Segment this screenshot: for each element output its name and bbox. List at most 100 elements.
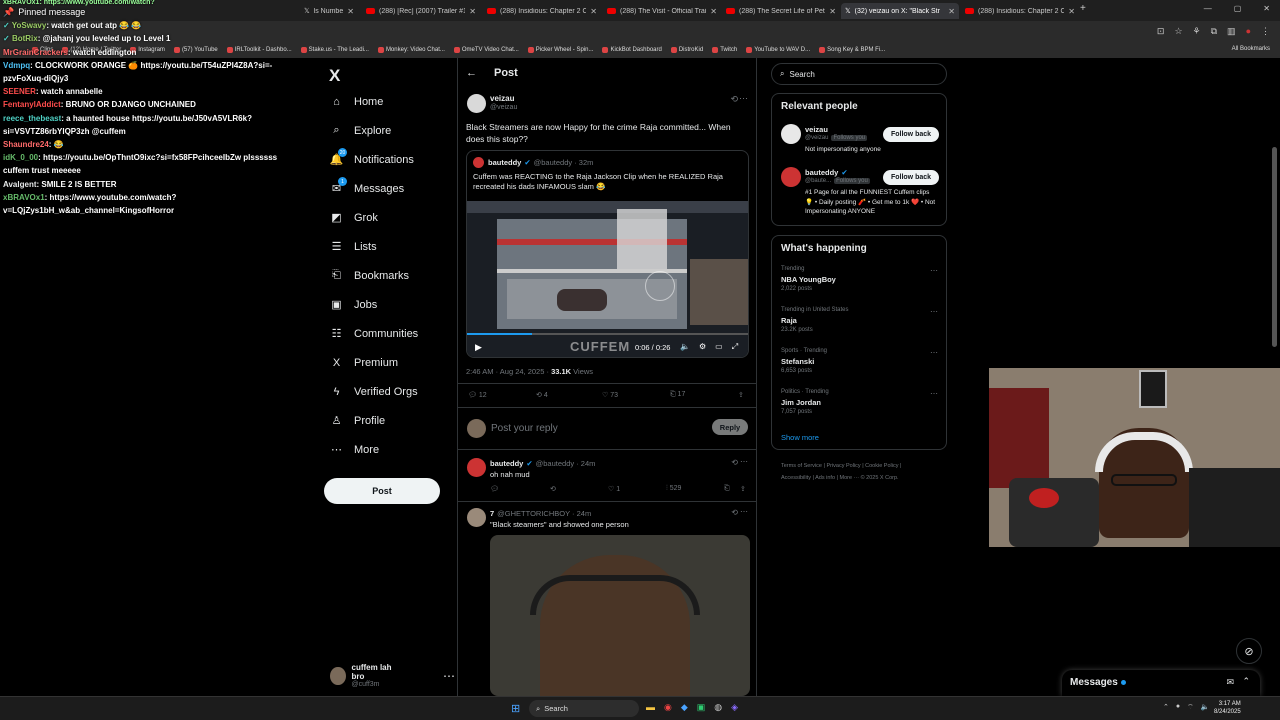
close-icon[interactable]: ✕ bbox=[829, 7, 836, 16]
nav-more[interactable]: ⋯ More bbox=[330, 443, 379, 457]
footer-line[interactable]: Accessibility | Ads info | More ··· © 20… bbox=[781, 472, 951, 484]
grok-icon[interactable]: ⟲ bbox=[730, 94, 738, 105]
settings-icon[interactable]: ⚙ bbox=[699, 342, 706, 352]
browser-tab[interactable]: (288) Insidious: Chapter 2 Offic✕ bbox=[483, 3, 601, 19]
more-icon[interactable]: ⋯ bbox=[443, 669, 455, 683]
browser-tab[interactable]: 𝕏ls Number In T✕ bbox=[300, 3, 358, 19]
chrome-icon[interactable]: ◉ bbox=[664, 702, 672, 713]
show-more-link[interactable]: Show more bbox=[781, 433, 819, 442]
quote-card[interactable]: bauteddy ✔ @bauteddy · 32m Cuffem was RE… bbox=[466, 150, 749, 358]
more-icon[interactable]: ⋯ bbox=[930, 348, 938, 357]
bookmark-item[interactable]: Stake.us - The Leadi... bbox=[300, 47, 369, 53]
avatar[interactable] bbox=[467, 94, 486, 113]
reply-button[interactable]: Reply bbox=[712, 419, 748, 435]
more-icon[interactable]: ⋯ bbox=[930, 307, 938, 316]
extension-icon[interactable]: ⚘ bbox=[1193, 26, 1201, 37]
avatar[interactable] bbox=[467, 508, 486, 527]
person-name[interactable]: bauteddy bbox=[805, 168, 838, 177]
post-button[interactable]: Post bbox=[324, 478, 440, 504]
bookmark-item[interactable]: OmeTV Video Chat... bbox=[453, 47, 519, 53]
share-icon[interactable]: ⇪ bbox=[738, 391, 744, 399]
follow-back-button[interactable]: Follow back bbox=[883, 127, 939, 142]
tray-icon[interactable]: ● bbox=[1176, 703, 1180, 712]
back-arrow-icon[interactable]: ← bbox=[466, 67, 477, 79]
app-icon[interactable]: ◍ bbox=[714, 702, 722, 713]
views-action[interactable]: ⫶ 529 bbox=[666, 485, 681, 493]
nav-premium[interactable]: X Premium bbox=[330, 356, 398, 369]
reply-author[interactable]: 7 bbox=[490, 509, 494, 518]
windows-start-icon[interactable]: ⊞ bbox=[511, 702, 520, 715]
bookmark-item[interactable]: Twitch bbox=[712, 47, 737, 53]
bookmark-icon[interactable]: ⎗ bbox=[724, 485, 730, 493]
minimize-icon[interactable]: — bbox=[1204, 4, 1212, 13]
fullscreen-icon[interactable]: ⤢ bbox=[732, 342, 738, 352]
close-icon[interactable]: ✕ bbox=[710, 7, 717, 16]
close-icon[interactable]: ✕ bbox=[948, 7, 955, 16]
reply-input[interactable]: Post your reply bbox=[491, 423, 558, 434]
menu-icon[interactable]: ⋮ bbox=[1261, 26, 1270, 37]
new-message-icon[interactable]: ✉ bbox=[1226, 677, 1234, 688]
app-icon[interactable]: ◈ bbox=[731, 702, 738, 713]
close-icon[interactable]: ✕ bbox=[469, 7, 476, 16]
nav-bookmarks[interactable]: ⎗ Bookmarks bbox=[330, 269, 409, 282]
x-logo[interactable]: X bbox=[329, 66, 340, 86]
profile-icon[interactable]: ● bbox=[1246, 26, 1251, 37]
play-icon[interactable]: ▶ bbox=[475, 342, 482, 353]
bookmark-action[interactable]: ⎗ 17 bbox=[670, 391, 685, 399]
nav-notifications[interactable]: 🔔 20 Notifications bbox=[330, 148, 414, 166]
more-icon[interactable]: ⋯ bbox=[930, 389, 938, 398]
puzzle-icon[interactable]: ⧉ bbox=[1211, 26, 1217, 37]
more-icon[interactable]: ⋯ bbox=[930, 266, 938, 275]
reply-image[interactable] bbox=[490, 535, 750, 696]
chevron-up-icon[interactable]: ⌃ bbox=[1242, 676, 1250, 687]
bookmark-item[interactable]: Monkey: Video Chat... bbox=[377, 47, 445, 53]
grok-fab-icon[interactable]: ⊘ bbox=[1236, 638, 1262, 664]
app-icon[interactable]: ◆ bbox=[681, 702, 688, 713]
like-action[interactable]: ♡ 1 bbox=[608, 485, 620, 493]
nav-lists[interactable]: ☰ Lists bbox=[330, 240, 377, 254]
install-icon[interactable]: ⊡ bbox=[1157, 26, 1165, 37]
close-icon[interactable]: ✕ bbox=[347, 7, 354, 16]
volume-icon[interactable]: 🔈 bbox=[680, 342, 690, 352]
sidebar-icon[interactable]: ▥ bbox=[1227, 26, 1236, 37]
clock[interactable]: 3:17 AM 8/24/2025 bbox=[1214, 700, 1241, 716]
close-window-icon[interactable]: ✕ bbox=[1263, 4, 1270, 13]
nav-jobs[interactable]: ▣ Jobs bbox=[330, 298, 377, 312]
nav-grok[interactable]: ◩ Grok bbox=[330, 211, 378, 225]
trend-name[interactable]: Raja bbox=[781, 316, 797, 325]
follow-back-button[interactable]: Follow back bbox=[883, 170, 939, 185]
browser-tab[interactable]: (288) [Rec] (2007) Trailer #1 | ✕ bbox=[362, 3, 480, 19]
account-switcher[interactable]: cuffem lah bro @cuff3m ⋯ bbox=[330, 663, 455, 688]
browser-tab[interactable]: 𝕏 (32) veizau on X: "Black Str ✕ bbox=[841, 3, 959, 19]
new-tab-icon[interactable]: + bbox=[1080, 3, 1086, 14]
footer-line[interactable]: Terms of Service | Privacy Policy | Cook… bbox=[781, 460, 951, 472]
reply-action[interactable]: 💬︎ 12 bbox=[468, 391, 487, 399]
trend-name[interactable]: NBA YoungBoy bbox=[781, 275, 836, 284]
network-icon[interactable]: ⌔ bbox=[1187, 703, 1194, 712]
post-author[interactable]: veizau bbox=[490, 94, 514, 103]
folder-icon[interactable]: ▬ bbox=[646, 702, 655, 713]
browser-tab[interactable]: (288) Insidious: Chapter 2 Offic✕ bbox=[961, 3, 1079, 19]
browser-tab[interactable]: (288) The Visit - Official Trailer ✕ bbox=[603, 3, 721, 19]
close-icon[interactable]: ✕ bbox=[1068, 7, 1075, 16]
nav-profile[interactable]: ♙ Profile bbox=[330, 414, 386, 428]
repost-icon[interactable]: ⟲ bbox=[550, 485, 556, 493]
all-bookmarks[interactable]: All Bookmarks bbox=[1232, 46, 1270, 52]
volume-icon[interactable]: 🔈 bbox=[1201, 703, 1210, 712]
scrollbar-thumb[interactable] bbox=[1272, 147, 1277, 347]
reply-author[interactable]: bauteddy bbox=[490, 459, 523, 468]
more-icon[interactable]: ⋯ bbox=[740, 507, 748, 516]
nav-communities[interactable]: ☷ Communities bbox=[330, 327, 419, 341]
post-handle[interactable]: @veizau bbox=[490, 104, 517, 111]
bookmark-item[interactable]: Picker Wheel - Spin... bbox=[527, 47, 593, 53]
grok-icon[interactable]: ⟲ bbox=[731, 508, 738, 517]
browser-tab[interactable]: (288) The Secret Life of Pets 2 | ✕ bbox=[722, 3, 840, 19]
bookmark-item[interactable]: YouTube to WAV D... bbox=[746, 47, 810, 53]
bookmark-item[interactable]: KickBot Dashboard bbox=[602, 47, 662, 53]
bookmark-item[interactable]: DistroKid bbox=[670, 47, 703, 53]
trend-name[interactable]: Jim Jordan bbox=[781, 398, 821, 407]
video-progress-track[interactable] bbox=[467, 333, 748, 335]
bookmark-item[interactable]: Song Key & BPM Fi... bbox=[819, 47, 885, 53]
maximize-icon[interactable]: ▢ bbox=[1234, 4, 1242, 13]
trend-name[interactable]: Stefanski bbox=[781, 357, 814, 366]
